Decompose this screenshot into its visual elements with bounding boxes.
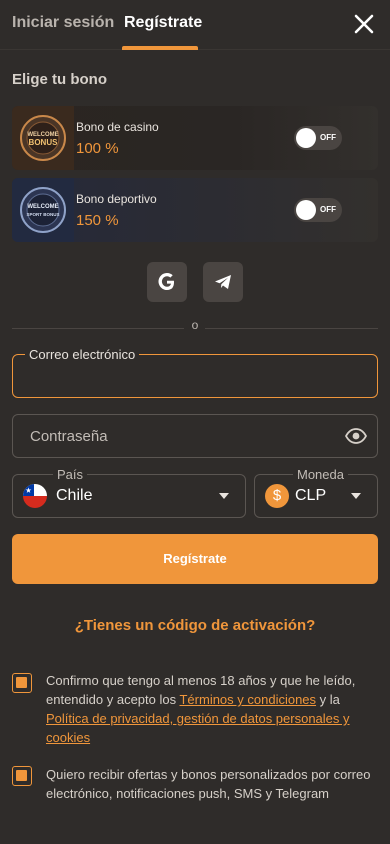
register-button[interactable]: Regístrate xyxy=(12,534,378,584)
toggle-state-label: OFF xyxy=(320,133,336,142)
currency-label: Moneda xyxy=(293,467,348,482)
checkbox-checked-mark xyxy=(16,677,27,688)
casino-bonus-toggle[interactable]: OFF xyxy=(294,126,342,150)
active-tab-indicator xyxy=(122,46,198,50)
toggle-state-label: OFF xyxy=(320,205,336,214)
currency-coin-icon: $ xyxy=(265,484,289,508)
casino-bonus-title: Bono de casino xyxy=(76,120,159,134)
close-icon[interactable] xyxy=(350,10,378,38)
bonus-heading: Elige tu bono xyxy=(12,71,107,88)
country-label: País xyxy=(53,467,88,482)
marketing-offers-consent-text: Quiero recibir ofertas y bonos personali… xyxy=(46,767,371,801)
divider-text: o xyxy=(191,318,199,332)
casino-bonus-card[interactable]: WELCOME BONUS Bono de casino 100 % OFF xyxy=(12,106,378,170)
divider-line xyxy=(12,328,184,329)
country-select[interactable]: País Chile xyxy=(12,467,246,518)
casino-bonus-value: 100 % xyxy=(76,140,119,157)
google-login-button[interactable] xyxy=(147,262,187,302)
password-placeholder: Contraseña xyxy=(30,428,108,445)
password-field[interactable]: Contraseña xyxy=(12,414,378,458)
sport-bonus-card[interactable]: WELCOME SPORT BONUS Bono deportivo 150 %… xyxy=(12,178,378,242)
google-icon xyxy=(158,273,174,290)
marketing-offers-checkbox[interactable] xyxy=(12,766,32,786)
chile-flag-icon xyxy=(23,484,47,508)
tab-login[interactable]: Iniciar sesión xyxy=(12,14,114,32)
email-field[interactable]: Correo electrónico xyxy=(12,347,378,398)
sport-bonus-art-line-1: WELCOME xyxy=(27,204,58,210)
casino-bonus-image: WELCOME BONUS xyxy=(12,106,74,170)
age-terms-checkbox[interactable] xyxy=(12,673,32,693)
consent-text-middle: y la xyxy=(316,692,340,707)
chevron-down-icon xyxy=(219,493,229,499)
age-terms-consent-text: Confirmo que tengo al menos 18 años y qu… xyxy=(46,671,378,747)
currency-select[interactable]: Moneda $ CLP xyxy=(254,467,378,518)
telegram-login-button[interactable] xyxy=(203,262,243,302)
casino-bonus-art-line-2: BONUS xyxy=(29,138,59,147)
toggle-knob xyxy=(296,128,316,148)
activation-code-link[interactable]: ¿Tienes un código de activación? xyxy=(0,617,390,634)
tab-register[interactable]: Regístrate xyxy=(124,14,202,32)
email-label: Correo electrónico xyxy=(25,347,140,362)
checkbox-checked-mark xyxy=(16,770,27,781)
auth-tabs: Iniciar sesión Regístrate xyxy=(0,0,390,50)
sport-bonus-toggle[interactable]: OFF xyxy=(294,198,342,222)
chevron-down-icon xyxy=(351,493,361,499)
divider-line xyxy=(205,328,378,329)
sport-bonus-title: Bono deportivo xyxy=(76,192,157,206)
sport-bonus-value: 150 % xyxy=(76,212,119,229)
terms-link[interactable]: Términos y condiciones xyxy=(179,692,316,707)
toggle-knob xyxy=(296,200,316,220)
currency-value: CLP xyxy=(295,487,327,504)
country-value: Chile xyxy=(56,487,93,504)
privacy-policy-link[interactable]: Política de privacidad, gestión de datos… xyxy=(46,711,350,745)
sport-bonus-art-line-2: SPORT BONUS xyxy=(26,212,59,217)
telegram-icon xyxy=(215,275,231,289)
sport-bonus-image: WELCOME SPORT BONUS xyxy=(12,178,74,242)
eye-icon[interactable] xyxy=(345,427,367,445)
